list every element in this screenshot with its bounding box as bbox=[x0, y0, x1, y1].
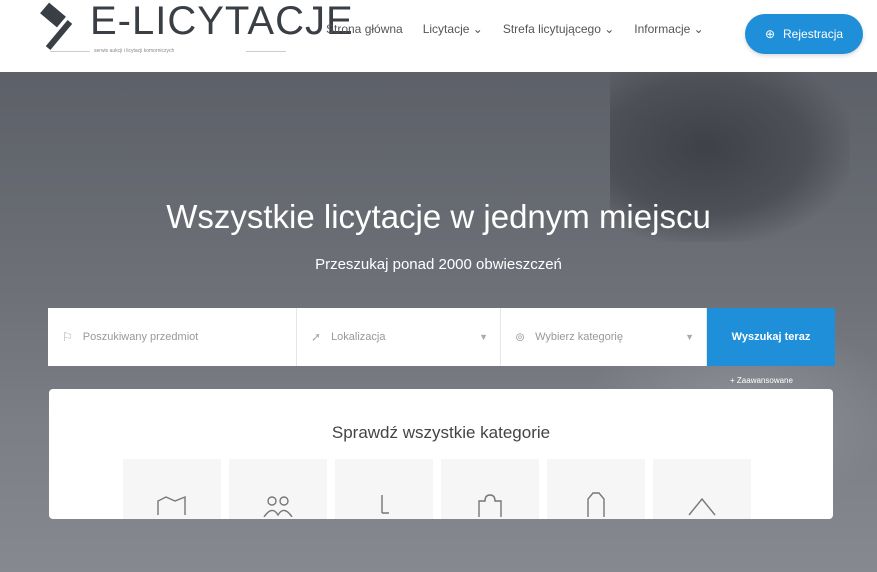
chevron-down-icon: ▼ bbox=[479, 332, 488, 342]
search-button[interactable]: Wyszukaj teraz bbox=[707, 308, 835, 366]
search-bar: ⚐ Poszukiwany przedmiot ➚ Lokalizacja ▼ … bbox=[48, 308, 835, 366]
site-header: E-LICYTACJE serwis aukcji i licytacji ko… bbox=[0, 0, 877, 72]
tag-icon: ⚐ bbox=[62, 330, 73, 344]
location-select[interactable]: ➚ Lokalizacja ▼ bbox=[297, 308, 501, 366]
main-nav: Strona główna Licytacje ⌄ Strefa licytuj… bbox=[326, 22, 704, 36]
categories-title: Sprawdź wszystkie kategorie bbox=[331, 423, 551, 442]
nav-item-bidder-zone[interactable]: Strefa licytującego ⌄ bbox=[503, 22, 614, 36]
categories-card: Sprawdź wszystkie kategorie bbox=[49, 389, 833, 519]
logo-tagline: serwis aukcji i licytacji komorniczych bbox=[94, 48, 175, 54]
hero-subtitle: Przeszukaj ponad 2000 obwieszczeń bbox=[315, 256, 562, 273]
chevron-down-icon: ⌄ bbox=[604, 22, 615, 36]
location-placeholder: Lokalizacja bbox=[331, 331, 386, 343]
advanced-search-label: Zaawansowane bbox=[736, 376, 793, 385]
category-tile[interactable] bbox=[123, 459, 221, 519]
category-tile[interactable] bbox=[653, 459, 751, 519]
logo-divider bbox=[50, 51, 90, 52]
people-icon bbox=[263, 496, 293, 517]
item-search-placeholder: Poszukiwany przedmiot bbox=[82, 331, 199, 343]
register-button-label: Rejestracja bbox=[783, 27, 844, 41]
category-tile[interactable] bbox=[547, 459, 645, 519]
logo-text: E-LICYTACJE bbox=[90, 0, 354, 43]
diamond-icon bbox=[688, 497, 716, 516]
nav-item-information[interactable]: Informacje ⌄ bbox=[634, 22, 703, 36]
register-button[interactable]: ⊕ Rejestracja bbox=[745, 14, 863, 54]
category-list bbox=[123, 459, 751, 519]
clothing-icon bbox=[587, 492, 605, 517]
category-tile[interactable] bbox=[229, 459, 327, 519]
category-tile[interactable] bbox=[335, 459, 433, 519]
nav-item-home[interactable]: Strona główna bbox=[326, 22, 403, 36]
puzzle-icon bbox=[478, 494, 502, 517]
chevron-down-icon: ⌄ bbox=[472, 22, 483, 36]
nav-item-label: Licytacje bbox=[422, 22, 470, 36]
plus-circle-icon: ⊕ bbox=[764, 27, 776, 41]
nav-item-label: Informacje bbox=[634, 22, 691, 36]
category-icon: ⊚ bbox=[515, 330, 526, 344]
map-icon bbox=[157, 495, 186, 515]
tool-icon bbox=[381, 495, 389, 514]
chevron-down-icon: ▼ bbox=[685, 332, 694, 342]
item-search-input[interactable]: ⚐ Poszukiwany przedmiot bbox=[48, 308, 297, 366]
hero-title: Wszystkie licytacje w jednym miejscu bbox=[166, 198, 711, 235]
category-select[interactable]: ⊚ Wybierz kategorię ▼ bbox=[501, 308, 707, 366]
advanced-search-link[interactable]: + Zaawansowane bbox=[730, 376, 793, 385]
location-arrow-icon: ➚ bbox=[311, 330, 322, 344]
logo-divider bbox=[246, 51, 286, 52]
category-placeholder: Wybierz kategorię bbox=[535, 331, 623, 343]
chevron-down-icon: ⌄ bbox=[693, 22, 704, 36]
nav-item-label: Strefa licytującego bbox=[502, 22, 601, 36]
nav-item-auctions[interactable]: Licytacje ⌄ bbox=[423, 22, 483, 36]
category-tile[interactable] bbox=[441, 459, 539, 519]
